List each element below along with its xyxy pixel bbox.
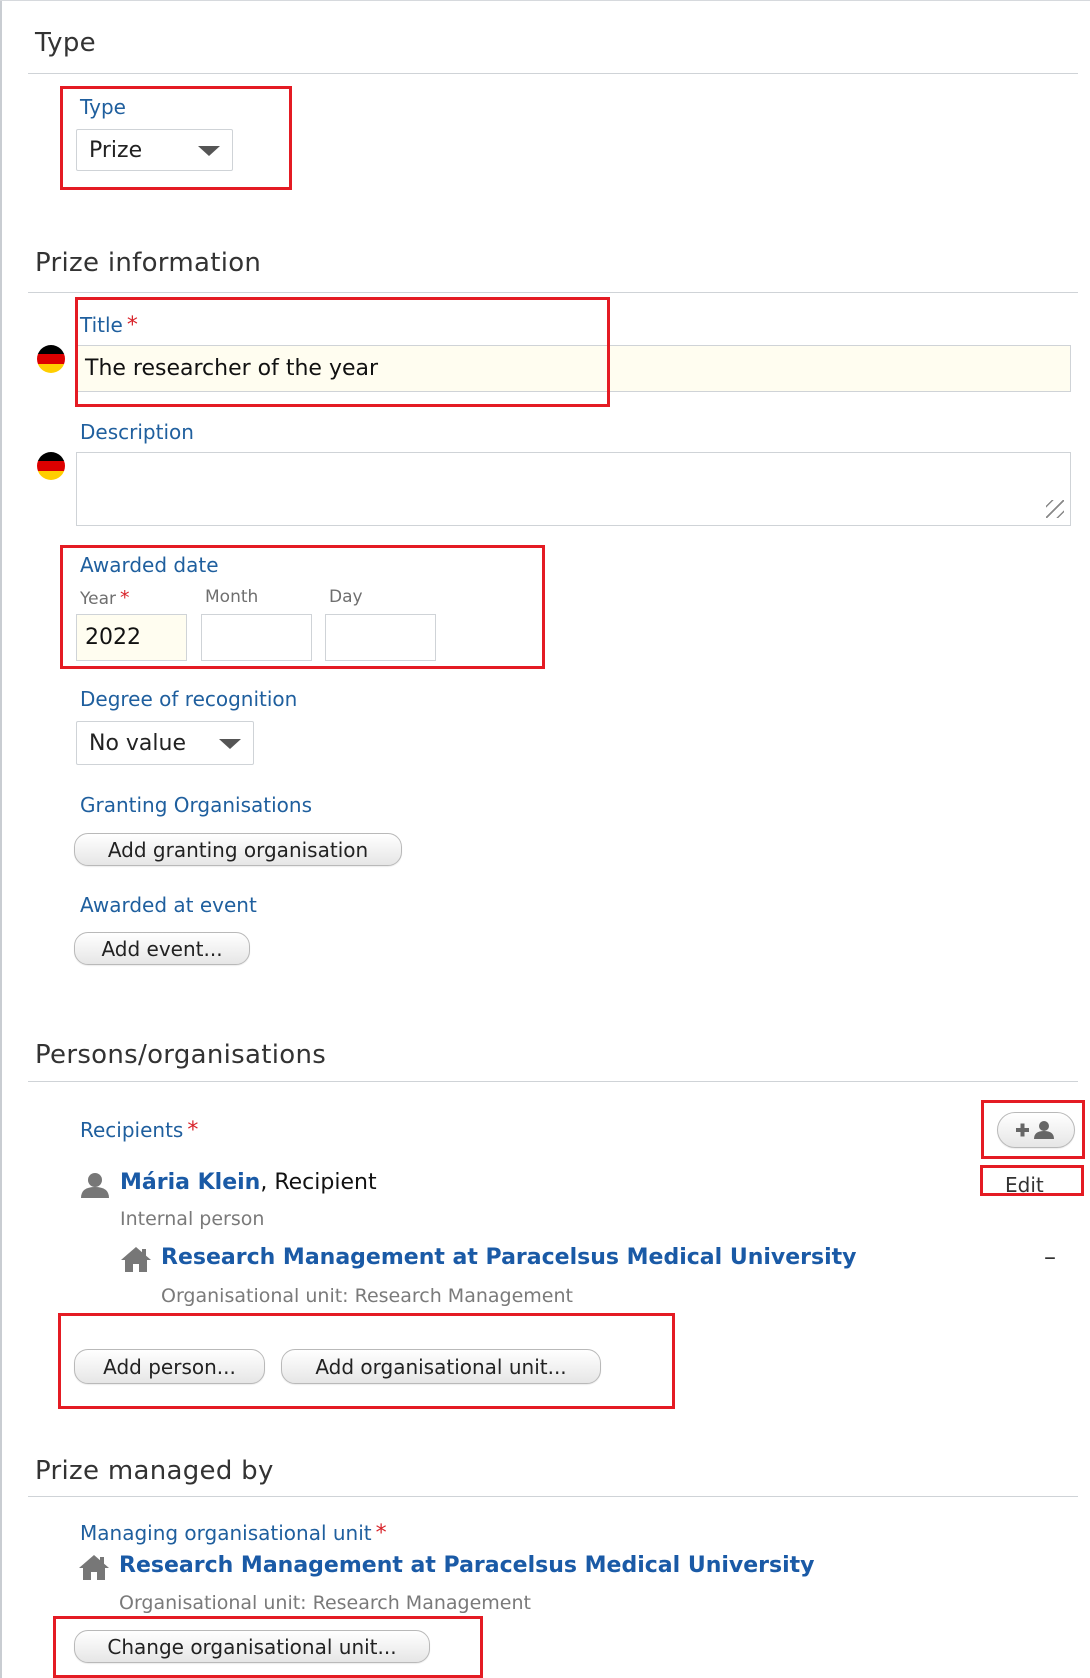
highlight-box-add-person-icon (981, 1100, 1085, 1159)
highlight-box-type (60, 86, 292, 190)
highlight-box-add-buttons (58, 1313, 675, 1409)
recipient-role: , Recipient (260, 1170, 377, 1195)
add-granting-organisation-button[interactable]: Add granting organisation (74, 833, 402, 866)
description-textarea[interactable] (76, 452, 1071, 526)
page-top-edge (0, 0, 1090, 1)
recipients-label: Recipients * (80, 1118, 199, 1143)
house-icon (121, 1247, 151, 1272)
german-flag-icon (37, 452, 65, 480)
section-title-prize-information: Prize information (35, 248, 262, 278)
page-left-edge (0, 0, 2, 1678)
house-icon (79, 1555, 109, 1580)
person-icon (81, 1173, 109, 1198)
add-event-button[interactable]: Add event... (74, 932, 250, 965)
section-title-prize-managed-by: Prize managed by (35, 1456, 274, 1486)
managing-organisation-link[interactable]: Research Management at Paracelsus Medica… (119, 1553, 815, 1578)
remove-organisation-button[interactable]: – (1044, 1243, 1056, 1271)
resize-grip-icon[interactable] (1046, 500, 1064, 518)
section-rule (28, 1081, 1078, 1082)
granting-organisations-label: Granting Organisations (80, 793, 312, 817)
managing-organisational-unit-label: Managing organisational unit * (80, 1521, 387, 1546)
awarded-at-event-label: Awarded at event (80, 893, 257, 917)
chevron-down-icon (219, 739, 241, 749)
highlight-box-change-unit (53, 1616, 483, 1678)
highlight-box-awarded-date (60, 545, 545, 669)
german-flag-icon (37, 345, 65, 373)
required-marker: * (375, 1521, 387, 1546)
section-rule (28, 73, 1078, 74)
highlight-box-title (75, 297, 610, 407)
required-marker: * (187, 1118, 199, 1143)
section-title-persons-organisations: Persons/organisations (35, 1040, 327, 1070)
highlight-box-edit (980, 1165, 1084, 1196)
description-label: Description (80, 420, 194, 444)
section-rule (28, 1496, 1078, 1497)
section-rule (28, 292, 1078, 293)
recipient-person-link[interactable]: Mária Klein (120, 1170, 260, 1195)
recipient-organisation-detail: Organisational unit: Research Management (161, 1285, 573, 1307)
section-title-type: Type (35, 28, 96, 58)
recipient-organisation-link[interactable]: Research Management at Paracelsus Medica… (161, 1245, 857, 1270)
degree-select-value: No value (89, 730, 187, 756)
recipient-person-type: Internal person (120, 1208, 265, 1230)
degree-of-recognition-label: Degree of recognition (80, 687, 298, 711)
managing-organisation-detail: Organisational unit: Research Management (119, 1592, 531, 1614)
recipient-person-line: Mária Klein, Recipient (120, 1170, 377, 1195)
